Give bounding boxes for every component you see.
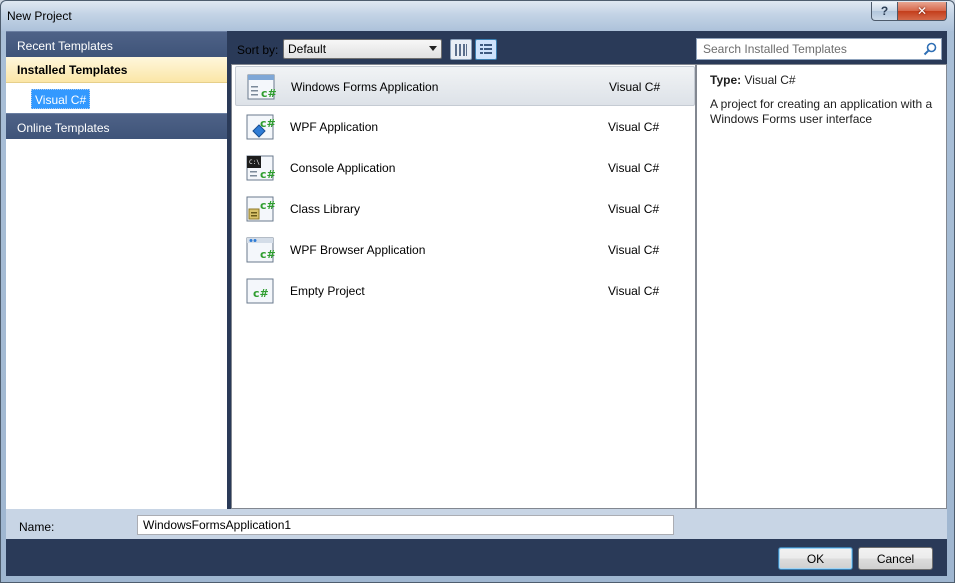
wpf-browser-csharp-icon: c# bbox=[246, 237, 276, 263]
new-project-dialog: New Project ? ✕ Recent Templates Install… bbox=[0, 0, 955, 583]
wpf-csharp-icon: c# bbox=[246, 114, 276, 140]
template-row[interactable]: c# WPF Browser Application Visual C# bbox=[235, 230, 695, 270]
help-button[interactable]: ? bbox=[871, 2, 898, 21]
project-name-row: Name: WindowsFormsApplication1 bbox=[6, 509, 947, 539]
template-name: Class Library bbox=[290, 202, 361, 216]
template-language: Visual C# bbox=[608, 161, 660, 175]
search-placeholder: Search Installed Templates bbox=[703, 42, 847, 56]
template-language: Visual C# bbox=[608, 202, 660, 216]
template-name: WPF Application bbox=[290, 120, 379, 134]
svg-text:c#: c# bbox=[253, 287, 269, 300]
sort-by-value: Default bbox=[288, 42, 327, 56]
svg-text:c#: c# bbox=[260, 168, 276, 181]
template-row[interactable]: c# Windows Forms Application Visual C# bbox=[235, 66, 695, 106]
sort-by-label: Sort by: bbox=[237, 43, 279, 57]
nav-online-templates[interactable]: Online Templates bbox=[6, 113, 227, 139]
template-row[interactable]: c# Empty Project Visual C# bbox=[235, 271, 695, 311]
template-list: c# Windows Forms Application Visual C# c… bbox=[231, 64, 696, 509]
template-row[interactable]: C:\ c# Console Application Visual C# bbox=[235, 148, 695, 188]
small-icons-view-button[interactable] bbox=[450, 39, 472, 60]
console-csharp-icon: C:\ c# bbox=[246, 155, 276, 181]
search-input[interactable]: Search Installed Templates bbox=[696, 38, 942, 60]
svg-text:C:\: C:\ bbox=[249, 159, 260, 166]
nav-item-visual-csharp[interactable]: Visual C# bbox=[31, 89, 91, 109]
small-icons-view-icon bbox=[455, 43, 467, 56]
nav-installed-templates[interactable]: Installed Templates bbox=[6, 57, 227, 83]
chevron-down-icon bbox=[429, 46, 437, 51]
nav-recent-templates[interactable]: Recent Templates bbox=[6, 31, 227, 57]
svg-text:c#: c# bbox=[260, 248, 276, 261]
template-language: Visual C# bbox=[608, 284, 660, 298]
title-bar[interactable]: New Project ? ✕ bbox=[1, 1, 954, 31]
template-row[interactable]: c# WPF Application Visual C# bbox=[235, 107, 695, 147]
template-type: Type: Visual C# bbox=[710, 73, 796, 87]
winforms-csharp-icon: c# bbox=[247, 74, 277, 100]
template-name: Windows Forms Application bbox=[291, 80, 439, 94]
template-details-pane: Type: Visual C# A project for creating a… bbox=[696, 64, 947, 509]
details-view-button[interactable] bbox=[475, 39, 497, 60]
template-name: Console Application bbox=[290, 161, 396, 175]
template-language: Visual C# bbox=[608, 243, 660, 257]
template-language: Visual C# bbox=[608, 120, 660, 134]
magnifier-icon[interactable] bbox=[923, 42, 937, 56]
window-title: New Project bbox=[7, 9, 72, 23]
type-label: Type: bbox=[710, 73, 742, 87]
template-description: A project for creating an application wi… bbox=[710, 97, 933, 126]
help-icon: ? bbox=[880, 4, 889, 18]
dialog-body: Recent Templates Installed Templates Vis… bbox=[6, 31, 947, 576]
cancel-button[interactable]: Cancel bbox=[858, 547, 933, 570]
template-name: Empty Project bbox=[290, 284, 365, 298]
details-view-icon bbox=[480, 43, 492, 54]
ok-button[interactable]: OK bbox=[778, 547, 853, 570]
close-icon: ✕ bbox=[916, 4, 928, 18]
sort-toolbar: Sort by: Default bbox=[231, 35, 691, 61]
empty-project-csharp-icon: c# bbox=[246, 278, 274, 304]
name-label: Name: bbox=[19, 520, 55, 534]
template-categories-pane: Recent Templates Installed Templates Vis… bbox=[6, 31, 227, 509]
template-name: WPF Browser Application bbox=[290, 243, 426, 257]
svg-text:c#: c# bbox=[260, 117, 276, 130]
template-language: Visual C# bbox=[609, 80, 661, 94]
classlib-csharp-icon: c# bbox=[246, 196, 276, 222]
type-value: Visual C# bbox=[744, 73, 796, 87]
template-row[interactable]: c# Class Library Visual C# bbox=[235, 189, 695, 229]
close-button[interactable]: ✕ bbox=[897, 2, 947, 21]
svg-text:c#: c# bbox=[260, 199, 276, 212]
project-name-input[interactable]: WindowsFormsApplication1 bbox=[137, 515, 674, 535]
svg-text:c#: c# bbox=[261, 87, 277, 100]
sort-by-dropdown[interactable]: Default bbox=[283, 39, 442, 59]
